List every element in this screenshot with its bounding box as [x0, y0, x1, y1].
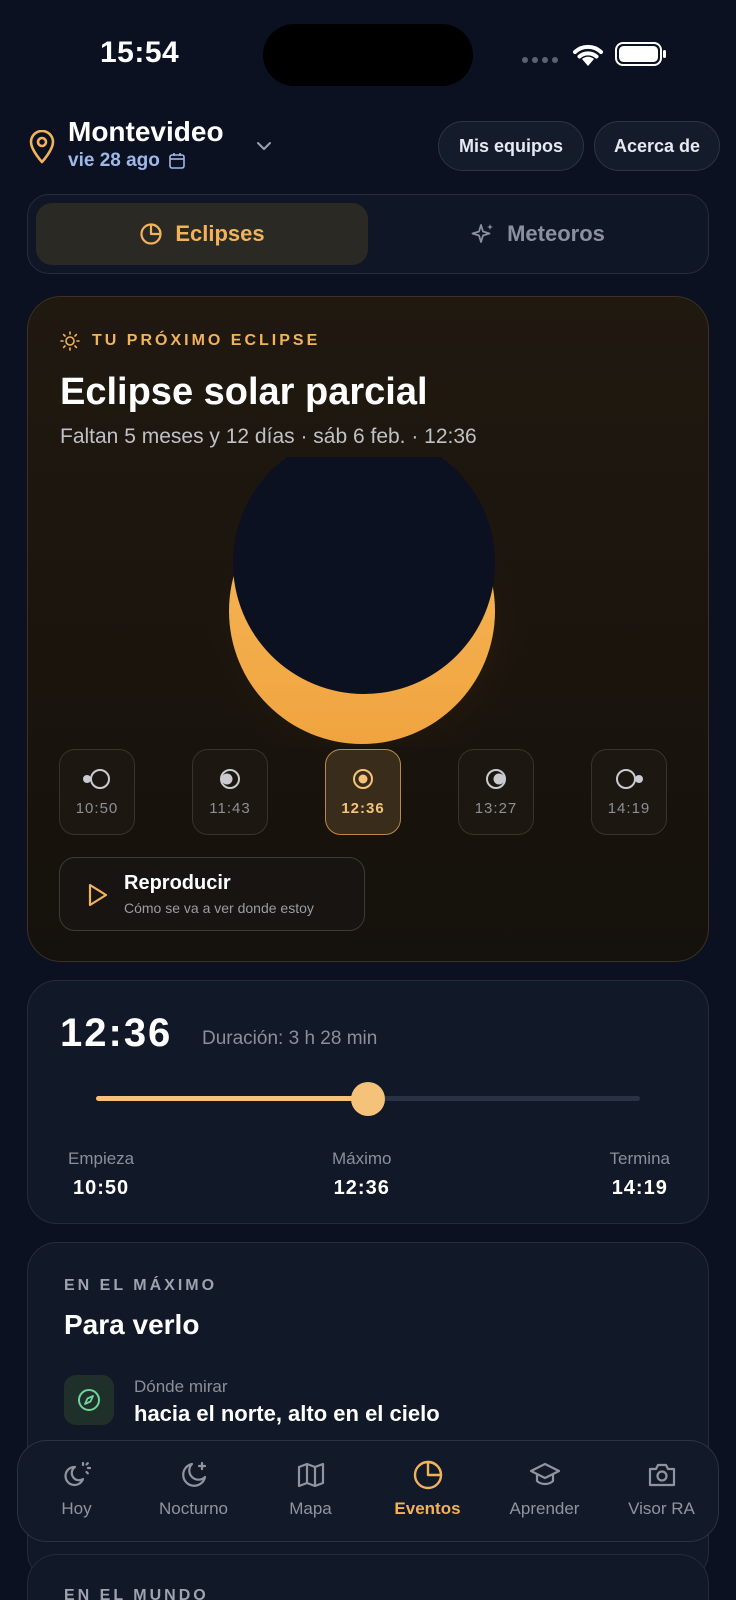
phase-stage-1[interactable]: 10:50	[59, 749, 135, 835]
cellular-signal-icon	[522, 57, 558, 63]
sparkles-icon	[471, 224, 494, 243]
timeline-progress	[96, 1096, 368, 1101]
tab-meteoros[interactable]: Meteoros	[373, 203, 703, 265]
look-direction-value: hacia el norte, alto en el cielo	[134, 1401, 440, 1426]
eclipse-icon	[140, 223, 162, 245]
eyebrow-label: TU PRÓXIMO ECLIPSE	[92, 332, 321, 349]
eclipse-timeline-card: 12:36 Duración: 3 h 28 min Empieza 10:50…	[27, 980, 709, 1224]
play-icon	[88, 883, 108, 907]
end-value: 14:19	[611, 1177, 668, 1199]
tab-label: Mapa	[289, 1499, 332, 1518]
tab-label: Visor RA	[628, 1499, 695, 1518]
end-label: Termina	[609, 1149, 670, 1168]
tab-label: Aprender	[509, 1499, 580, 1518]
date-selector[interactable]: vie 28 ago	[68, 150, 186, 172]
bottom-tab-bar: Hoy Nocturno Mapa Eventos Aprender Visor…	[17, 1440, 719, 1542]
camera-icon	[648, 1463, 675, 1487]
look-direction-label: Dónde mirar	[134, 1377, 228, 1396]
date-label: vie 28 ago	[68, 150, 160, 171]
phase-max-icon	[353, 769, 373, 789]
wifi-icon	[573, 44, 603, 66]
phase-time: 12:36	[341, 800, 385, 817]
at-maximum-eyebrow: EN EL MÁXIMO	[64, 1277, 218, 1294]
tab-label: Eventos	[394, 1499, 461, 1518]
next-eclipse-card: TU PRÓXIMO ECLIPSE Eclipse solar parcial…	[27, 296, 709, 962]
tab-eclipses[interactable]: Eclipses	[36, 203, 368, 265]
max-value: 12:36	[333, 1177, 390, 1199]
compass-icon	[64, 1375, 114, 1425]
tab-visor-ra[interactable]: Visor RA	[603, 1441, 720, 1543]
status-time: 15:54	[100, 36, 180, 69]
phase-stage-4[interactable]: 13:27	[458, 749, 534, 835]
map-icon	[297, 1462, 324, 1488]
tab-hoy[interactable]: Hoy	[18, 1441, 135, 1543]
city-name[interactable]: Montevideo	[68, 116, 224, 148]
location-pin-icon	[29, 130, 55, 164]
phase-partial-icon	[220, 769, 240, 789]
battery-icon	[615, 42, 666, 66]
start-label: Empieza	[68, 1149, 135, 1168]
sun-icon	[60, 331, 80, 351]
calendar-icon	[169, 153, 185, 169]
at-maximum-title: Para verlo	[64, 1309, 200, 1340]
tab-aprender[interactable]: Aprender	[486, 1441, 603, 1543]
phase-time: 11:43	[209, 800, 251, 817]
tab-eventos[interactable]: Eventos	[369, 1441, 486, 1543]
phase-stage-5[interactable]: 14:19	[591, 749, 667, 835]
phase-time: 10:50	[75, 800, 119, 817]
end-column: Termina 14:19	[610, 1149, 670, 1200]
phase-partial-out-icon	[486, 769, 506, 789]
tab-label: Nocturno	[159, 1499, 228, 1518]
next-eclipse-eyebrow: TU PRÓXIMO ECLIPSE	[60, 331, 320, 351]
my-gear-button[interactable]: Mis equipos	[438, 121, 584, 171]
dynamic-island	[263, 24, 473, 86]
tab-eclipses-label: Eclipses	[175, 221, 265, 246]
max-label: Máximo	[332, 1149, 392, 1168]
phase-time: 14:19	[607, 800, 651, 817]
phase-stage-3[interactable]: 12:36	[325, 749, 401, 835]
event-type-segmented-control: Eclipses Meteoros	[27, 194, 709, 274]
start-column: Empieza 10:50	[68, 1149, 134, 1200]
eclipse-subtitle: Faltan 5 meses y 12 días · sáb 6 feb. · …	[60, 425, 477, 448]
max-column: Máximo 12:36	[332, 1149, 392, 1200]
eclipse-title: Eclipse solar parcial	[60, 371, 428, 413]
tab-meteoros-label: Meteoros	[507, 221, 605, 246]
eclipse-illustration	[198, 457, 538, 747]
start-value: 10:50	[72, 1177, 130, 1199]
phase-time: 13:27	[474, 800, 518, 817]
about-button[interactable]: Acerca de	[594, 121, 720, 171]
moon-star-icon	[181, 1461, 206, 1487]
tab-nocturno[interactable]: Nocturno	[135, 1441, 252, 1543]
timeline-thumb[interactable]	[351, 1082, 385, 1116]
chevron-down-icon[interactable]	[254, 136, 274, 156]
eclipse-icon	[413, 1460, 442, 1490]
in-the-world-eyebrow: EN EL MUNDO	[64, 1587, 209, 1600]
play-sublabel: Cómo se va a ver donde estoy	[124, 900, 314, 916]
play-simulation-button[interactable]: Reproducir Cómo se va a ver donde estoy	[59, 857, 365, 931]
in-the-world-card: EN EL MUNDO	[27, 1554, 709, 1600]
graduation-cap-icon	[529, 1462, 560, 1486]
play-label: Reproducir	[124, 872, 231, 894]
tab-label: Hoy	[61, 1499, 92, 1518]
sun-moon-icon	[63, 1461, 91, 1487]
phase-start-icon	[83, 769, 110, 789]
tab-mapa[interactable]: Mapa	[252, 1441, 369, 1543]
current-time: 12:36	[60, 1011, 173, 1055]
phase-end-icon	[616, 769, 643, 789]
phase-stage-2[interactable]: 11:43	[192, 749, 268, 835]
duration-label: Duración: 3 h 28 min	[202, 1028, 378, 1049]
app-screen: 15:54 Montevideo vie 28 ago Mis equipos …	[0, 0, 736, 1600]
